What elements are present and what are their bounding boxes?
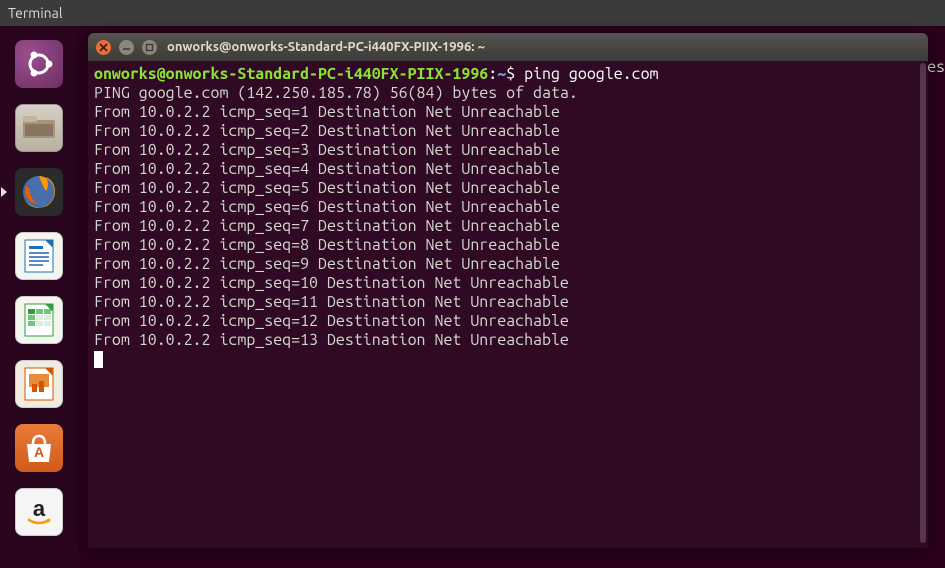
ping-reply: From 10.0.2.2 icmp_seq=12 Destination Ne… bbox=[94, 312, 922, 331]
prompt-colon: : bbox=[488, 65, 497, 83]
ping-reply: From 10.0.2.2 icmp_seq=11 Destination Ne… bbox=[94, 293, 922, 312]
ping-reply: From 10.0.2.2 icmp_seq=5 Destination Net… bbox=[94, 179, 922, 198]
app-name-label: Terminal bbox=[8, 5, 63, 21]
unity-launcher: A a bbox=[0, 26, 78, 568]
ubuntu-logo-icon bbox=[15, 40, 63, 88]
ping-reply: From 10.0.2.2 icmp_seq=6 Destination Net… bbox=[94, 198, 922, 217]
files-icon bbox=[15, 104, 63, 152]
impress-icon bbox=[15, 360, 63, 408]
top-menu-bar: Terminal bbox=[0, 0, 945, 26]
terminal-window: onworks@onworks-Standard-PC-i440FX-PIIX-… bbox=[88, 33, 928, 548]
ping-reply: From 10.0.2.2 icmp_seq=1 Destination Net… bbox=[94, 103, 922, 122]
prompt-user: onworks@onworks-Standard-PC-i440FX-PIIX-… bbox=[94, 65, 488, 83]
command-text: ping google.com bbox=[524, 65, 658, 83]
launcher-calc[interactable] bbox=[11, 292, 67, 348]
ping-header: PING google.com (142.250.185.78) 56(84) … bbox=[94, 84, 922, 103]
firefox-icon bbox=[15, 168, 63, 216]
software-icon: A bbox=[15, 424, 63, 472]
svg-text:a: a bbox=[33, 496, 46, 521]
minimize-button[interactable] bbox=[119, 40, 134, 55]
ping-reply: From 10.0.2.2 icmp_seq=3 Destination Net… bbox=[94, 141, 922, 160]
cursor-line bbox=[94, 350, 922, 369]
ping-reply: From 10.0.2.2 icmp_seq=2 Destination Net… bbox=[94, 122, 922, 141]
window-title-bar[interactable]: onworks@onworks-Standard-PC-i440FX-PIIX-… bbox=[88, 33, 928, 61]
ping-reply: From 10.0.2.2 icmp_seq=13 Destination Ne… bbox=[94, 331, 922, 350]
launcher-impress[interactable] bbox=[11, 356, 67, 412]
scrollbar-thumb[interactable] bbox=[920, 63, 926, 543]
ping-reply: From 10.0.2.2 icmp_seq=7 Destination Net… bbox=[94, 217, 922, 236]
terminal-body[interactable]: onworks@onworks-Standard-PC-i440FX-PIIX-… bbox=[88, 61, 928, 548]
launcher-software[interactable]: A bbox=[11, 420, 67, 476]
bg-partial-text: es bbox=[927, 58, 945, 76]
launcher-writer[interactable] bbox=[11, 228, 67, 284]
svg-text:A: A bbox=[34, 444, 44, 460]
window-title: onworks@onworks-Standard-PC-i440FX-PIIX-… bbox=[167, 40, 920, 54]
terminal-scrollbar[interactable] bbox=[916, 61, 928, 548]
ping-reply: From 10.0.2.2 icmp_seq=4 Destination Net… bbox=[94, 160, 922, 179]
prompt-dollar: $ bbox=[506, 65, 524, 83]
launcher-files[interactable] bbox=[11, 100, 67, 156]
calc-icon bbox=[15, 296, 63, 344]
launcher-ubuntu-dash[interactable] bbox=[11, 36, 67, 92]
close-button[interactable] bbox=[96, 40, 111, 55]
prompt-path: ~ bbox=[497, 65, 506, 83]
window-controls bbox=[96, 40, 157, 55]
ping-reply: From 10.0.2.2 icmp_seq=9 Destination Net… bbox=[94, 255, 922, 274]
launcher-firefox[interactable] bbox=[11, 164, 67, 220]
ping-reply: From 10.0.2.2 icmp_seq=8 Destination Net… bbox=[94, 236, 922, 255]
writer-icon bbox=[15, 232, 63, 280]
launcher-amazon[interactable]: a bbox=[11, 484, 67, 540]
maximize-button[interactable] bbox=[142, 40, 157, 55]
cursor-icon bbox=[94, 351, 103, 368]
prompt-line: onworks@onworks-Standard-PC-i440FX-PIIX-… bbox=[94, 65, 922, 84]
ping-reply: From 10.0.2.2 icmp_seq=10 Destination Ne… bbox=[94, 274, 922, 293]
amazon-icon: a bbox=[15, 488, 63, 536]
